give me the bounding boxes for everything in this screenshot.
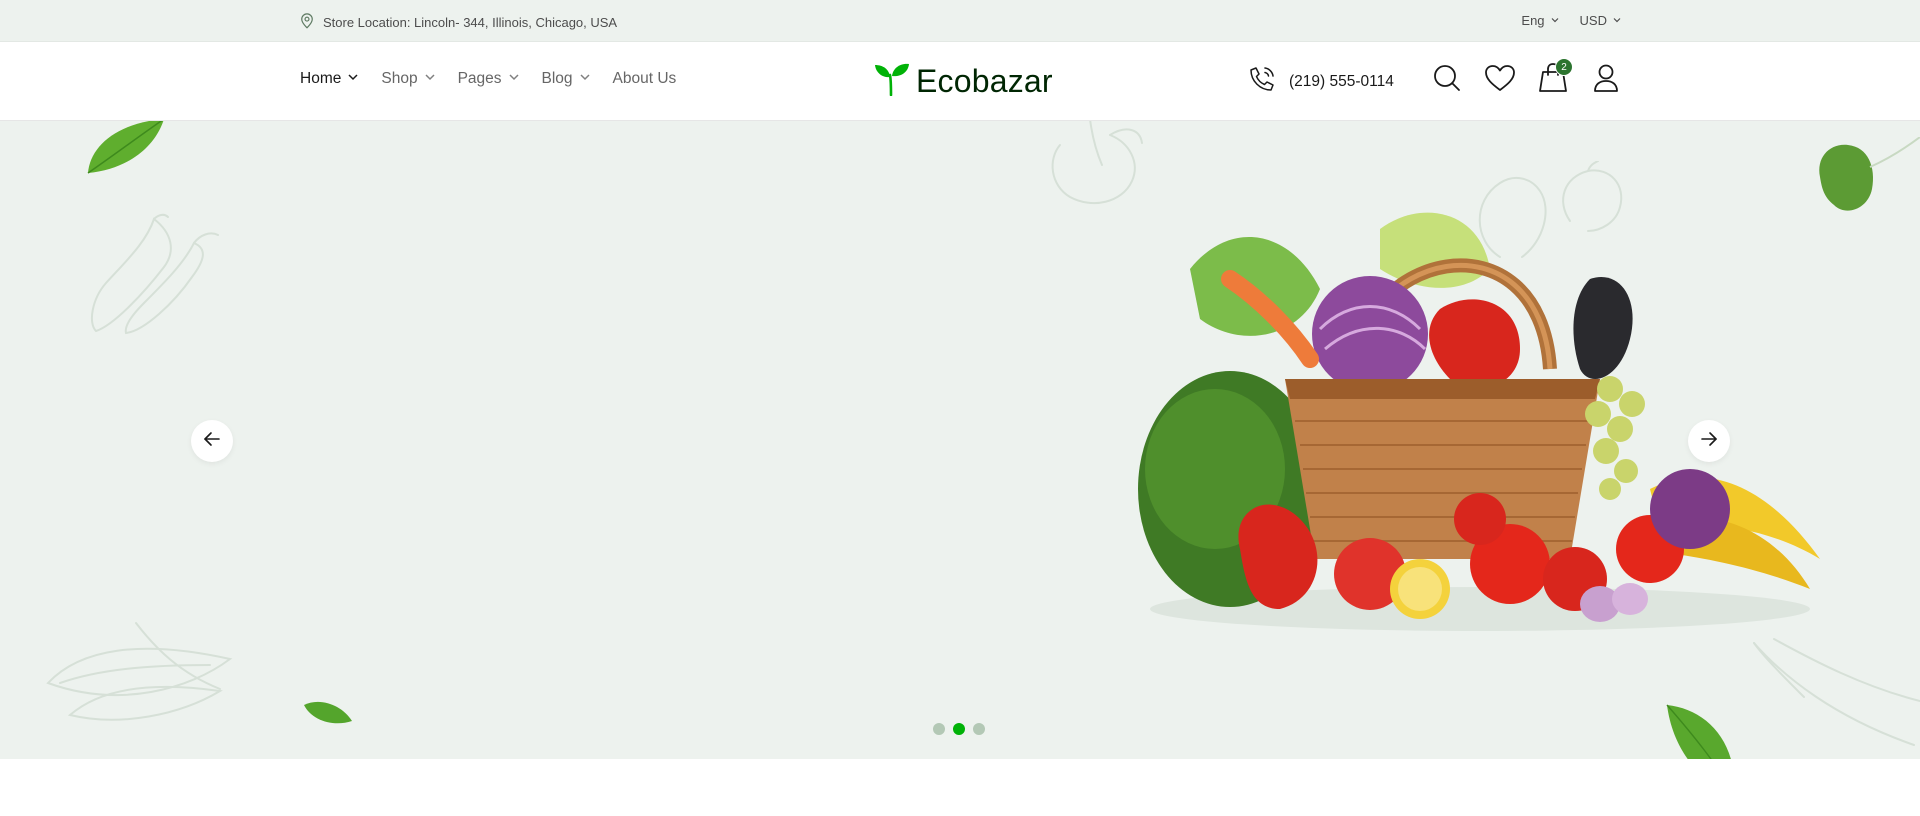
chevron-down-icon [1550,13,1560,28]
wishlist-button[interactable] [1483,64,1516,97]
search-icon [1432,63,1462,98]
phone-number: (219) 555-0114 [1289,72,1394,90]
brand-logo[interactable]: Ecobazar [874,62,1053,101]
leaf-decoration [304,701,352,724]
slider-dot-2[interactable] [953,723,965,735]
slider-pagination [933,723,985,735]
map-pin-icon [298,12,316,33]
nav-item-label: Shop [381,70,418,87]
account-button[interactable] [1589,64,1622,97]
vegetable-basket-image [1138,212,1820,631]
arrow-right-icon [1700,430,1718,453]
currency-label: USD [1579,13,1607,28]
nav-item-label: About Us [612,70,677,87]
currency-dropdown[interactable]: USD [1580,13,1622,28]
leaf-decoration [87,121,164,174]
search-button[interactable] [1430,64,1463,97]
contact-phone[interactable]: (219) 555-0114 [1247,64,1394,99]
carrot-doodle [1753,638,1920,746]
language-label: Eng [1521,13,1545,28]
slider-dot-3[interactable] [973,723,985,735]
cart-count-badge: 2 [1555,58,1573,76]
slider-prev-button[interactable] [191,420,233,462]
nav-item-label: Home [300,70,342,87]
main-nav: Home Shop Pages Blog About Us [300,70,676,88]
store-location-text: Store Location: Lincoln- 344, Illinois, … [323,15,618,30]
nav-item-label: Pages [457,70,502,87]
nav-item-home[interactable]: Home [300,70,359,88]
leaf-sprout-icon [874,62,910,101]
user-icon [1592,63,1620,98]
pea-pod-doodle [46,622,233,721]
nav-item-shop[interactable]: Shop [381,70,435,88]
arrow-left-icon [203,430,221,453]
main-header: Home Shop Pages Blog About Us Ecobazar (… [0,42,1920,121]
heart-icon [1484,63,1516,98]
nav-item-about-us[interactable]: About Us [613,70,677,88]
nav-item-pages[interactable]: Pages [458,70,520,88]
brand-name: Ecobazar [916,63,1053,99]
slider-dot-1[interactable] [933,723,945,735]
chevron-down-icon [347,70,359,88]
chevron-down-icon [424,70,436,88]
nav-item-blog[interactable]: Blog [542,70,591,88]
chevron-down-icon [1612,13,1622,28]
hero-slider [0,121,1920,759]
cart-button[interactable]: 2 [1536,58,1573,97]
slider-next-button[interactable] [1688,420,1730,462]
language-dropdown[interactable]: Eng [1521,13,1559,28]
chevron-down-icon [579,70,591,88]
chevron-down-icon [508,70,520,88]
top-bar: Store Location: Lincoln- 344, Illinois, … [0,0,1920,42]
chili-pepper-doodle [90,213,219,335]
phone-call-icon [1247,64,1277,99]
store-location: Store Location: Lincoln- 344, Illinois, … [298,12,617,33]
leaf-decoration [1666,704,1731,759]
nav-item-label: Blog [541,70,573,87]
